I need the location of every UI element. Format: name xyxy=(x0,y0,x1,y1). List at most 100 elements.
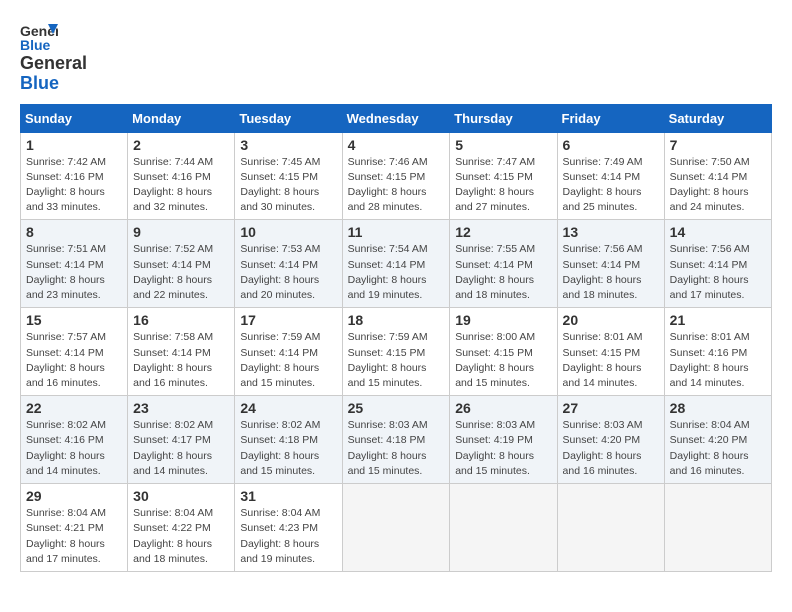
day-info: Sunrise: 7:58 AM Sunset: 4:14 PM Dayligh… xyxy=(133,330,229,391)
day-number: 21 xyxy=(670,312,766,328)
day-info: Sunrise: 8:03 AM Sunset: 4:19 PM Dayligh… xyxy=(455,418,551,479)
calendar-cell: 6 Sunrise: 7:49 AM Sunset: 4:14 PM Daylig… xyxy=(557,132,664,220)
day-info: Sunrise: 7:49 AM Sunset: 4:14 PM Dayligh… xyxy=(563,155,659,216)
calendar-cell: 22 Sunrise: 8:02 AM Sunset: 4:16 PM Dayli… xyxy=(21,396,128,484)
weekday-header-cell: Monday xyxy=(128,104,235,132)
calendar-cell: 27 Sunrise: 8:03 AM Sunset: 4:20 PM Dayli… xyxy=(557,396,664,484)
day-number: 10 xyxy=(240,224,336,240)
calendar-cell: 3Sunrise: 7:45 AM Sunset: 4:15 PM Daylig… xyxy=(235,132,342,220)
calendar-week-row: 22 Sunrise: 8:02 AM Sunset: 4:16 PM Dayli… xyxy=(21,396,772,484)
day-number: 5 xyxy=(455,137,551,153)
calendar-cell: 18 Sunrise: 7:59 AM Sunset: 4:15 PM Dayli… xyxy=(342,308,450,396)
calendar-cell: 4 Sunrise: 7:46 AM Sunset: 4:15 PM Daylig… xyxy=(342,132,450,220)
day-info: Sunrise: 7:56 AM Sunset: 4:14 PM Dayligh… xyxy=(563,242,659,303)
day-number: 24 xyxy=(240,400,336,416)
calendar-cell: 12Sunrise: 7:55 AM Sunset: 4:14 PM Dayli… xyxy=(450,220,557,308)
day-number: 16 xyxy=(133,312,229,328)
weekday-header-cell: Tuesday xyxy=(235,104,342,132)
day-info: Sunrise: 8:00 AM Sunset: 4:15 PM Dayligh… xyxy=(455,330,551,391)
logo-icon: General Blue xyxy=(20,20,58,52)
day-number: 13 xyxy=(563,224,659,240)
day-info: Sunrise: 7:44 AM Sunset: 4:16 PM Dayligh… xyxy=(133,155,229,216)
page-header: General Blue General Blue xyxy=(20,20,772,94)
day-info: Sunrise: 8:04 AM Sunset: 4:20 PM Dayligh… xyxy=(670,418,766,479)
calendar-cell: 21 Sunrise: 8:01 AM Sunset: 4:16 PM Dayli… xyxy=(664,308,771,396)
day-info: Sunrise: 7:59 AM Sunset: 4:14 PM Dayligh… xyxy=(240,330,336,391)
day-number: 20 xyxy=(563,312,659,328)
calendar-table: SundayMondayTuesdayWednesdayThursdayFrid… xyxy=(20,104,772,572)
day-number: 27 xyxy=(563,400,659,416)
calendar-cell: 2 Sunrise: 7:44 AM Sunset: 4:16 PM Daylig… xyxy=(128,132,235,220)
day-info: Sunrise: 7:56 AM Sunset: 4:14 PM Dayligh… xyxy=(670,242,766,303)
calendar-cell: 31Sunrise: 8:04 AM Sunset: 4:23 PM Dayli… xyxy=(235,484,342,572)
day-info: Sunrise: 7:52 AM Sunset: 4:14 PM Dayligh… xyxy=(133,242,229,303)
day-number: 1 xyxy=(26,137,122,153)
calendar-cell: 7 Sunrise: 7:50 AM Sunset: 4:14 PM Daylig… xyxy=(664,132,771,220)
weekday-header-cell: Sunday xyxy=(21,104,128,132)
weekday-header: SundayMondayTuesdayWednesdayThursdayFrid… xyxy=(21,104,772,132)
weekday-header-cell: Friday xyxy=(557,104,664,132)
calendar-cell: 15 Sunrise: 7:57 AM Sunset: 4:14 PM Dayli… xyxy=(21,308,128,396)
calendar-cell: 29Sunrise: 8:04 AM Sunset: 4:21 PM Dayli… xyxy=(21,484,128,572)
calendar-week-row: 8 Sunrise: 7:51 AM Sunset: 4:14 PM Daylig… xyxy=(21,220,772,308)
day-number: 12 xyxy=(455,224,551,240)
day-number: 14 xyxy=(670,224,766,240)
day-number: 18 xyxy=(348,312,445,328)
day-info: Sunrise: 7:42 AM Sunset: 4:16 PM Dayligh… xyxy=(26,155,122,216)
day-number: 8 xyxy=(26,224,122,240)
calendar-cell: 23Sunrise: 8:02 AM Sunset: 4:17 PM Dayli… xyxy=(128,396,235,484)
day-number: 2 xyxy=(133,137,229,153)
day-info: Sunrise: 8:04 AM Sunset: 4:23 PM Dayligh… xyxy=(240,506,336,567)
calendar-cell: 19 Sunrise: 8:00 AM Sunset: 4:15 PM Dayli… xyxy=(450,308,557,396)
day-number: 28 xyxy=(670,400,766,416)
day-info: Sunrise: 8:04 AM Sunset: 4:22 PM Dayligh… xyxy=(133,506,229,567)
day-number: 23 xyxy=(133,400,229,416)
calendar-body: 1 Sunrise: 7:42 AM Sunset: 4:16 PM Daylig… xyxy=(21,132,772,571)
day-number: 3 xyxy=(240,137,336,153)
calendar-cell: 24 Sunrise: 8:02 AM Sunset: 4:18 PM Dayli… xyxy=(235,396,342,484)
day-number: 30 xyxy=(133,488,229,504)
day-number: 22 xyxy=(26,400,122,416)
calendar-cell xyxy=(342,484,450,572)
day-number: 29 xyxy=(26,488,122,504)
calendar-cell: 30 Sunrise: 8:04 AM Sunset: 4:22 PM Dayli… xyxy=(128,484,235,572)
day-info: Sunrise: 7:59 AM Sunset: 4:15 PM Dayligh… xyxy=(348,330,445,391)
calendar-cell: 26Sunrise: 8:03 AM Sunset: 4:19 PM Dayli… xyxy=(450,396,557,484)
day-number: 6 xyxy=(563,137,659,153)
weekday-header-cell: Thursday xyxy=(450,104,557,132)
calendar-cell: 10Sunrise: 7:53 AM Sunset: 4:14 PM Dayli… xyxy=(235,220,342,308)
calendar-cell: 1 Sunrise: 7:42 AM Sunset: 4:16 PM Daylig… xyxy=(21,132,128,220)
calendar-cell: 20Sunrise: 8:01 AM Sunset: 4:15 PM Dayli… xyxy=(557,308,664,396)
day-number: 17 xyxy=(240,312,336,328)
day-info: Sunrise: 7:57 AM Sunset: 4:14 PM Dayligh… xyxy=(26,330,122,391)
calendar-cell: 11Sunrise: 7:54 AM Sunset: 4:14 PM Dayli… xyxy=(342,220,450,308)
calendar-cell: 14 Sunrise: 7:56 AM Sunset: 4:14 PM Dayli… xyxy=(664,220,771,308)
calendar-cell: 8 Sunrise: 7:51 AM Sunset: 4:14 PM Daylig… xyxy=(21,220,128,308)
calendar-cell: 13 Sunrise: 7:56 AM Sunset: 4:14 PM Dayli… xyxy=(557,220,664,308)
calendar-week-row: 1 Sunrise: 7:42 AM Sunset: 4:16 PM Daylig… xyxy=(21,132,772,220)
svg-text:Blue: Blue xyxy=(20,37,51,52)
day-number: 4 xyxy=(348,137,445,153)
day-info: Sunrise: 7:46 AM Sunset: 4:15 PM Dayligh… xyxy=(348,155,445,216)
day-info: Sunrise: 8:02 AM Sunset: 4:16 PM Dayligh… xyxy=(26,418,122,479)
calendar-cell xyxy=(450,484,557,572)
day-number: 15 xyxy=(26,312,122,328)
day-info: Sunrise: 7:50 AM Sunset: 4:14 PM Dayligh… xyxy=(670,155,766,216)
calendar-cell: 25 Sunrise: 8:03 AM Sunset: 4:18 PM Dayli… xyxy=(342,396,450,484)
logo-blue: Blue xyxy=(20,74,87,94)
day-number: 25 xyxy=(348,400,445,416)
day-number: 9 xyxy=(133,224,229,240)
logo-general: General xyxy=(20,54,87,74)
logo: General Blue General Blue xyxy=(20,20,87,94)
calendar-cell: 17 Sunrise: 7:59 AM Sunset: 4:14 PM Dayli… xyxy=(235,308,342,396)
day-number: 7 xyxy=(670,137,766,153)
day-info: Sunrise: 8:03 AM Sunset: 4:18 PM Dayligh… xyxy=(348,418,445,479)
day-info: Sunrise: 7:51 AM Sunset: 4:14 PM Dayligh… xyxy=(26,242,122,303)
day-info: Sunrise: 8:03 AM Sunset: 4:20 PM Dayligh… xyxy=(563,418,659,479)
calendar-cell: 9 Sunrise: 7:52 AM Sunset: 4:14 PM Daylig… xyxy=(128,220,235,308)
weekday-header-cell: Wednesday xyxy=(342,104,450,132)
day-info: Sunrise: 8:01 AM Sunset: 4:16 PM Dayligh… xyxy=(670,330,766,391)
day-info: Sunrise: 8:02 AM Sunset: 4:18 PM Dayligh… xyxy=(240,418,336,479)
weekday-header-cell: Saturday xyxy=(664,104,771,132)
day-number: 19 xyxy=(455,312,551,328)
